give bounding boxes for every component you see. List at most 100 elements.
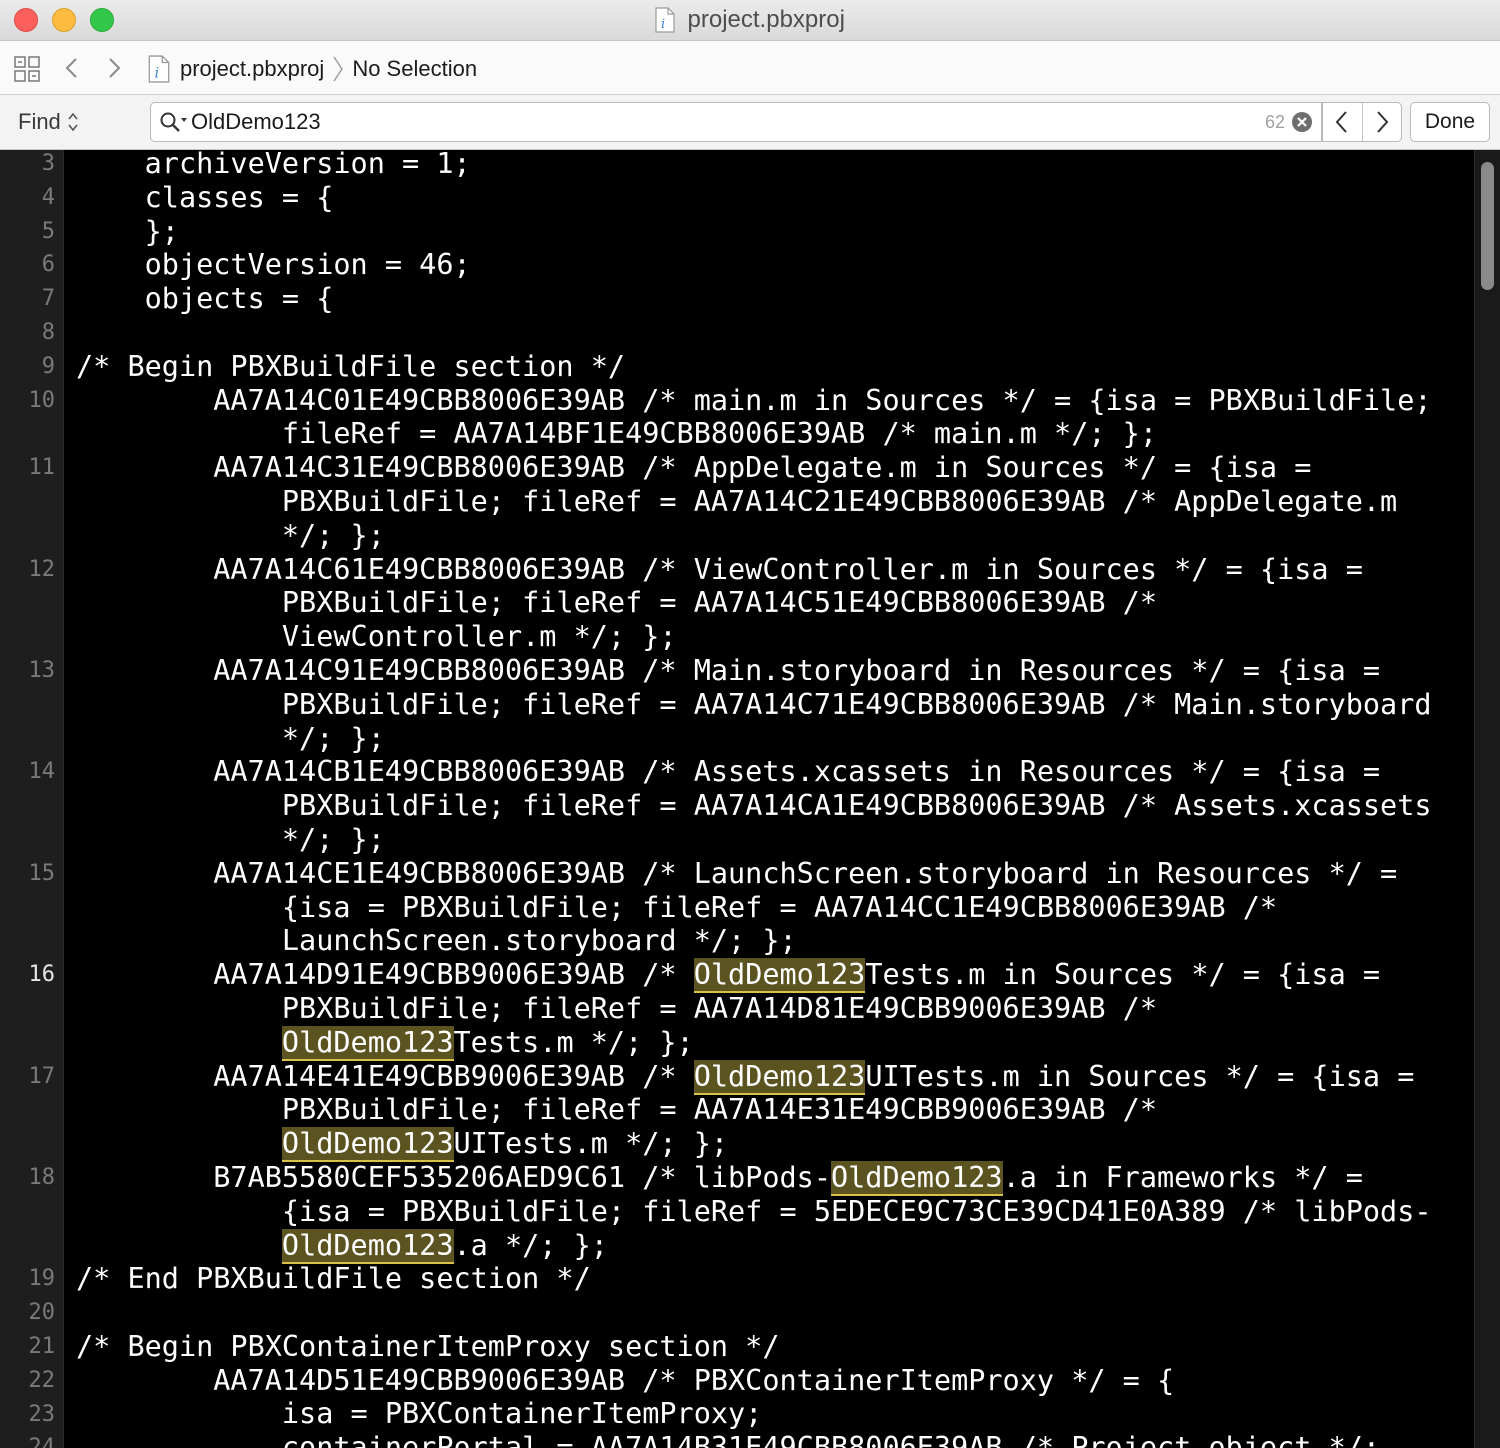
breadcrumb-selection[interactable]: No Selection — [352, 56, 477, 82]
line-number: 17 — [28, 1063, 56, 1089]
code-line[interactable]: LaunchScreen.storyboard */; }; — [76, 924, 1466, 958]
find-input[interactable] — [191, 107, 1251, 137]
next-match-button[interactable] — [1361, 103, 1401, 141]
code-line[interactable]: PBXBuildFile; fileRef = AA7A14D81E49CBB9… — [76, 992, 1466, 1026]
code-line[interactable]: PBXBuildFile; fileRef = AA7A14CA1E49CBB8… — [76, 789, 1466, 823]
code-line[interactable]: PBXBuildFile; fileRef = AA7A14E31E49CBB9… — [76, 1093, 1466, 1127]
code-line[interactable]: B7AB5580CEF535206AED9C61 /* libPods-OldD… — [76, 1160, 1466, 1196]
line-number: 12 — [28, 556, 56, 582]
line-number: 11 — [28, 455, 56, 481]
code-line[interactable]: */; }; — [76, 519, 1466, 553]
document-icon: i — [148, 55, 170, 83]
code-line[interactable]: AA7A14CE1E49CBB8006E39AB /* LaunchScreen… — [76, 857, 1466, 891]
vertical-scrollbar[interactable] — [1474, 150, 1500, 1448]
line-number-gutter: 3 4 5 6 7 8 9 10 11 12 13 14 15 16 17 18 19 20 21 22 23 24 — [0, 150, 64, 1448]
code-line[interactable]: /* Begin PBXBuildFile section */ — [76, 350, 1466, 384]
code-line[interactable]: PBXBuildFile; fileRef = AA7A14C21E49CBB8… — [76, 485, 1466, 519]
code-line[interactable]: */; }; — [76, 823, 1466, 857]
line-number: 15 — [28, 860, 56, 886]
code-line[interactable]: OldDemo123Tests.m */; }; — [76, 1025, 1466, 1061]
search-match-highlight: OldDemo123 — [281, 1025, 454, 1061]
code-line[interactable]: {isa = PBXBuildFile; fileRef = 5EDECE9C7… — [76, 1195, 1466, 1229]
find-field[interactable]: 62 — [150, 102, 1322, 142]
line-number: 6 — [41, 252, 55, 278]
code-line[interactable]: isa = PBXContainerItemProxy; — [76, 1397, 1466, 1431]
code-line[interactable]: */; }; — [76, 722, 1466, 756]
code-line[interactable]: /* End PBXBuildFile section */ — [76, 1262, 1466, 1296]
code-area[interactable]: archiveVersion = 1; classes = { }; objec… — [76, 150, 1466, 1448]
search-match-highlight: OldDemo123 — [281, 1228, 454, 1264]
line-number: 8 — [41, 320, 55, 345]
line-number: 13 — [28, 658, 56, 683]
code-line[interactable]: AA7A14D91E49CBB9006E39AB /* OldDemo123Te… — [76, 958, 1466, 994]
line-number: 10 — [28, 387, 56, 413]
code-line[interactable] — [76, 316, 1466, 350]
code-line[interactable]: AA7A14C91E49CBB8006E39AB /* Main.storybo… — [76, 654, 1466, 688]
match-navigation — [1322, 102, 1402, 142]
code-line[interactable] — [76, 1296, 1466, 1330]
chevron-left-icon — [1336, 111, 1348, 133]
find-mode-label: Find — [18, 109, 61, 134]
breadcrumb-separator-icon — [333, 56, 344, 82]
breadcrumb-file[interactable]: project.pbxproj — [180, 56, 324, 82]
done-button[interactable]: Done — [1410, 102, 1490, 142]
search-match-highlight: OldDemo123 — [693, 1059, 866, 1095]
svg-text:i: i — [155, 66, 159, 82]
chevron-right-icon — [1377, 111, 1389, 133]
code-line[interactable]: AA7A14C01E49CBB8006E39AB /* main.m in So… — [76, 384, 1466, 418]
code-line[interactable]: PBXBuildFile; fileRef = AA7A14C71E49CBB8… — [76, 688, 1466, 722]
code-line[interactable]: fileRef = AA7A14BF1E49CBB8006E39AB /* ma… — [76, 417, 1466, 451]
line-number: 5 — [41, 218, 55, 244]
window-title-text: project.pbxproj — [687, 6, 845, 33]
search-icon[interactable] — [159, 111, 189, 135]
code-line[interactable]: OldDemo123.a */; }; — [76, 1228, 1466, 1264]
jump-bar: i project.pbxproj No Selection — [0, 41, 1500, 95]
scrollbar-thumb[interactable] — [1481, 162, 1494, 290]
code-line[interactable]: /* Begin PBXContainerItemProxy section *… — [76, 1330, 1466, 1364]
line-number: 23 — [28, 1401, 56, 1427]
line-number: 9 — [41, 353, 55, 379]
code-line[interactable]: containerPortal = AA7A14B31E49CBB8006E39… — [76, 1431, 1466, 1448]
line-number: 20 — [28, 1300, 56, 1326]
code-line[interactable]: AA7A14D51E49CBB9006E39AB /* PBXContainer… — [76, 1364, 1466, 1398]
search-match-highlight: OldDemo123 — [281, 1127, 454, 1163]
chevron-right-icon[interactable] — [100, 54, 128, 82]
line-number: 19 — [28, 1266, 56, 1292]
code-line[interactable]: objects = { — [76, 282, 1466, 316]
code-line[interactable]: classes = { — [76, 181, 1466, 215]
line-number: 21 — [28, 1334, 56, 1359]
previous-match-button[interactable] — [1323, 103, 1362, 141]
related-items-grid-icon[interactable] — [14, 56, 40, 82]
svg-text:i: i — [661, 17, 665, 32]
line-number: 14 — [28, 759, 56, 785]
source-editor[interactable]: 3 4 5 6 7 8 9 10 11 12 13 14 15 16 17 18 19 20 21 22 23 24 ar… — [0, 150, 1500, 1448]
code-line[interactable]: AA7A14C31E49CBB8006E39AB /* AppDelegate.… — [76, 451, 1466, 485]
code-line[interactable]: AA7A14C61E49CBB8006E39AB /* ViewControll… — [76, 553, 1466, 587]
clear-search-icon[interactable] — [1291, 111, 1313, 133]
code-line[interactable]: AA7A14E41E49CBB9006E39AB /* OldDemo123UI… — [76, 1059, 1466, 1095]
code-line[interactable]: AA7A14CB1E49CBB8006E39AB /* Assets.xcass… — [76, 755, 1466, 789]
line-number: 18 — [28, 1165, 56, 1190]
code-line[interactable]: }; — [76, 215, 1466, 249]
window-title: i project.pbxproj — [0, 6, 1500, 34]
breadcrumb: i project.pbxproj No Selection — [148, 53, 477, 85]
line-number: 16 — [28, 962, 56, 988]
up-down-arrows-icon — [68, 112, 78, 132]
line-number: 3 — [41, 151, 55, 176]
chevron-left-icon[interactable] — [58, 54, 86, 82]
window-titlebar: i project.pbxproj — [0, 0, 1500, 41]
code-line[interactable]: archiveVersion = 1; — [76, 150, 1466, 181]
line-number: 24 — [28, 1435, 56, 1448]
line-number: 7 — [41, 286, 55, 312]
document-icon: i — [655, 7, 675, 33]
code-line[interactable]: ViewController.m */; }; — [76, 620, 1466, 654]
code-line[interactable]: {isa = PBXBuildFile; fileRef = AA7A14CC1… — [76, 891, 1466, 925]
line-number: 4 — [41, 184, 55, 210]
find-mode-popup[interactable]: Find — [18, 109, 79, 135]
code-line[interactable]: PBXBuildFile; fileRef = AA7A14C51E49CBB8… — [76, 586, 1466, 620]
search-match-highlight: OldDemo123 — [830, 1160, 1003, 1196]
code-line[interactable]: objectVersion = 46; — [76, 248, 1466, 282]
match-count: 62 — [1264, 112, 1285, 132]
code-line[interactable]: OldDemo123UITests.m */; }; — [76, 1127, 1466, 1163]
find-bar: Find 62 Done — [0, 95, 1500, 150]
